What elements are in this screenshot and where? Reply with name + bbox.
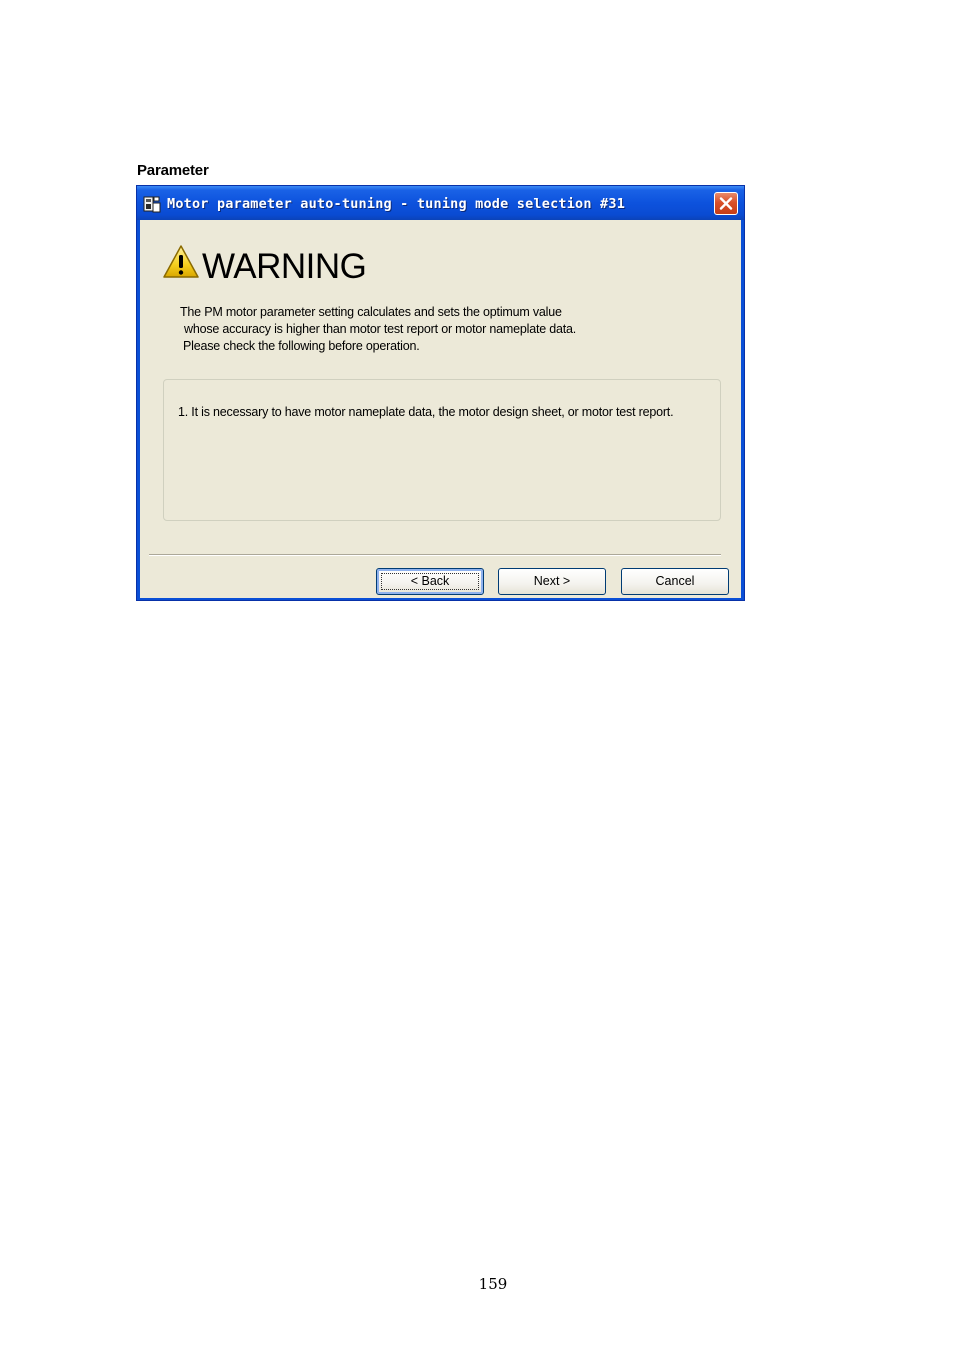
intro-line: Please check the following before operat…: [183, 339, 420, 353]
intro-text: The PM motor parameter setting calculate…: [180, 304, 576, 355]
dialog-client-area: WARNING The PM motor parameter setting c…: [140, 220, 741, 598]
warning-heading: WARNING: [202, 247, 367, 286]
section-label: Parameter: [137, 162, 209, 179]
next-button[interactable]: Next >: [498, 568, 606, 595]
back-button-label: < Back: [410, 574, 450, 588]
window-title: Motor parameter auto-tuning - tuning mod…: [167, 196, 626, 212]
close-button[interactable]: [714, 192, 738, 215]
next-button-label: Next >: [533, 574, 571, 588]
separator: [149, 554, 721, 556]
intro-line: The PM motor parameter setting calculate…: [180, 305, 562, 319]
dialog-window: Motor parameter auto-tuning - tuning mod…: [136, 185, 745, 601]
back-button[interactable]: < Back: [376, 568, 484, 595]
page-number: 159: [478, 1275, 508, 1293]
notes-box: 1. It is necessary to have motor namepla…: [163, 379, 721, 521]
warning-icon: [162, 244, 200, 280]
intro-line: whose accuracy is higher than motor test…: [184, 322, 577, 336]
cancel-button-label: Cancel: [655, 574, 695, 588]
title-bar[interactable]: Motor parameter auto-tuning - tuning mod…: [137, 186, 744, 220]
app-icon: [143, 195, 161, 213]
cancel-button[interactable]: Cancel: [621, 568, 729, 595]
note-item: 1. It is necessary to have motor namepla…: [178, 405, 674, 419]
close-icon: [719, 197, 733, 210]
